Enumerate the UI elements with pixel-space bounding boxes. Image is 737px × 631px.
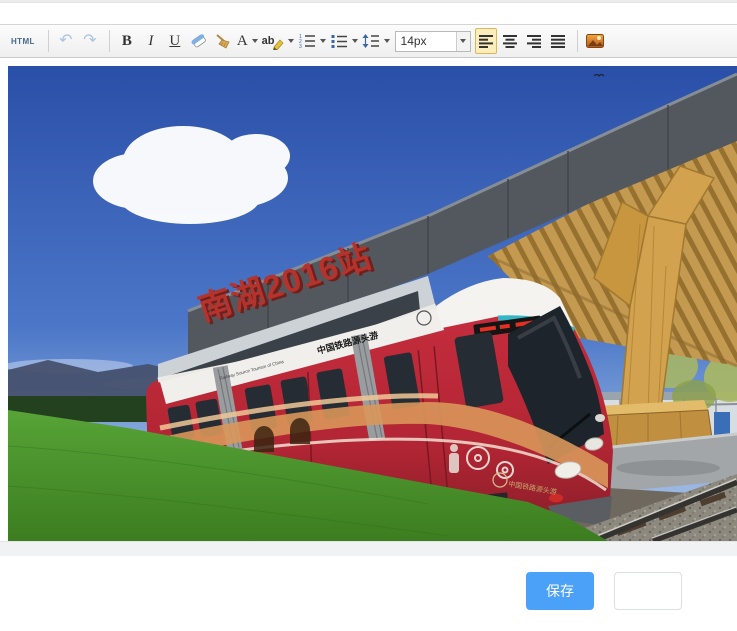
eraser-icon — [190, 33, 208, 49]
line-height-button[interactable] — [361, 28, 391, 54]
html-source-button[interactable]: HTML — [6, 28, 40, 54]
window-top-strip — [0, 0, 737, 3]
tram-person-silhouette — [449, 444, 459, 473]
chevron-down-icon — [352, 39, 358, 43]
editor-content[interactable]: 南湖2016站 南湖2016站 — [0, 59, 737, 541]
font-color-icon: A — [237, 33, 248, 50]
undo-button[interactable]: ↶ — [55, 28, 77, 54]
redo-icon: ↷ — [81, 33, 98, 49]
highlight-color-button[interactable]: ab — [261, 28, 295, 54]
footer-bar: 保存 — [0, 556, 737, 631]
underline-icon: U — [169, 33, 180, 50]
bold-button[interactable]: B — [116, 28, 138, 54]
ordered-list-icon: 1 2 3 — [298, 33, 316, 49]
toolbar-separator — [109, 30, 110, 52]
toolbar-separator — [48, 30, 49, 52]
line-height-icon — [362, 33, 380, 49]
italic-icon: I — [145, 33, 156, 50]
font-size-value: 14px — [396, 34, 456, 48]
secondary-button[interactable] — [614, 572, 682, 610]
remove-format-button[interactable] — [188, 28, 210, 54]
redo-button[interactable]: ↷ — [79, 28, 101, 54]
font-color-button[interactable]: A — [236, 28, 259, 54]
highlight-pen-icon — [272, 38, 284, 50]
insert-image-button[interactable] — [584, 28, 606, 54]
image-icon — [586, 34, 604, 48]
html-source-label: HTML — [7, 37, 39, 46]
align-left-button[interactable] — [475, 28, 497, 54]
align-justify-icon — [550, 34, 566, 48]
italic-button[interactable]: I — [140, 28, 162, 54]
chevron-down-icon — [288, 39, 294, 43]
bold-icon: B — [122, 33, 132, 50]
content-image[interactable]: 南湖2016站 南湖2016站 — [8, 66, 737, 541]
undo-icon: ↶ — [57, 33, 74, 49]
align-center-icon — [502, 34, 518, 48]
content-bottom-strip — [0, 541, 737, 556]
editor-toolbar: HTML ↶ ↷ B I U — [0, 24, 737, 58]
font-size-caret[interactable] — [456, 32, 470, 51]
chevron-down-icon — [384, 39, 390, 43]
font-size-select[interactable]: 14px — [395, 31, 471, 52]
svg-text:3: 3 — [299, 44, 302, 49]
align-right-icon — [526, 34, 542, 48]
unordered-list-button[interactable] — [329, 28, 359, 54]
align-justify-button[interactable] — [547, 28, 569, 54]
align-left-icon — [478, 34, 494, 48]
chevron-down-icon — [320, 39, 326, 43]
align-center-button[interactable] — [499, 28, 521, 54]
unordered-list-icon — [330, 33, 348, 49]
chevron-down-icon — [460, 39, 466, 43]
save-button[interactable]: 保存 — [526, 572, 594, 610]
ordered-list-button[interactable]: 1 2 3 — [297, 28, 327, 54]
toolbar-separator — [577, 30, 578, 52]
underline-button[interactable]: U — [164, 28, 186, 54]
chevron-down-icon — [252, 39, 258, 43]
clear-format-button[interactable] — [212, 28, 234, 54]
align-right-button[interactable] — [523, 28, 545, 54]
editor-page: HTML ↶ ↷ B I U — [0, 0, 737, 631]
broom-icon — [214, 33, 232, 49]
